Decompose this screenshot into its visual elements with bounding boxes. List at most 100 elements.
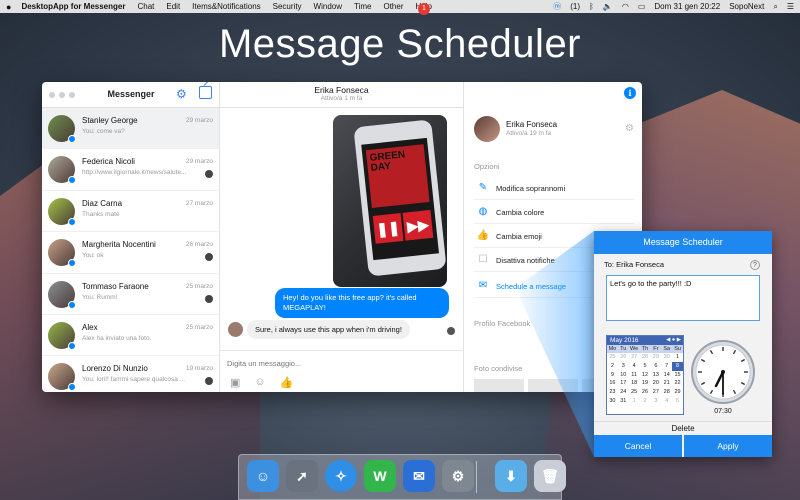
wifi-icon[interactable]: ◠ bbox=[622, 2, 629, 11]
safari-icon[interactable]: ✧ bbox=[325, 460, 357, 492]
calendar-day[interactable]: 2 bbox=[640, 397, 651, 406]
calendar-day[interactable]: 28 bbox=[640, 353, 651, 362]
seen-avatar bbox=[205, 294, 213, 303]
calendar-day[interactable]: 17 bbox=[618, 379, 629, 388]
calendar-day[interactable]: 5 bbox=[640, 362, 651, 371]
calendar-day[interactable]: 20 bbox=[650, 379, 661, 388]
option-label: Disattiva notifiche bbox=[496, 256, 555, 265]
conversation-item[interactable]: Alex 25 marzo Alex ha inviato una foto. bbox=[42, 315, 219, 357]
menu-item-time[interactable]: Time bbox=[354, 2, 371, 11]
calendar-day[interactable]: 16 bbox=[607, 379, 618, 388]
calendar-day[interactable]: 25 bbox=[629, 388, 640, 397]
calendar-day[interactable]: 27 bbox=[629, 353, 640, 362]
help-icon[interactable]: ? bbox=[750, 260, 760, 270]
calendar-day[interactable]: 11 bbox=[629, 371, 640, 380]
calendar-day[interactable]: 3 bbox=[618, 362, 629, 371]
calendar-day[interactable]: 31 bbox=[618, 397, 629, 406]
details-gear-icon[interactable]: ⚙ bbox=[625, 123, 634, 134]
calendar-day[interactable]: 22 bbox=[672, 379, 683, 388]
finder-icon[interactable]: ☺ bbox=[247, 460, 279, 492]
like-icon[interactable]: 👍 bbox=[280, 376, 294, 389]
calendar-day[interactable]: 25 bbox=[607, 353, 618, 362]
image-icon[interactable]: ▣ bbox=[230, 376, 240, 389]
calendar-day[interactable]: 5 bbox=[672, 397, 683, 406]
calendar-day[interactable]: 7 bbox=[661, 362, 672, 371]
calendar-day[interactable]: 21 bbox=[661, 379, 672, 388]
menu-item-window[interactable]: Window bbox=[314, 2, 342, 11]
system-preferences-icon[interactable]: ⚙ bbox=[442, 460, 474, 492]
launchpad-icon[interactable]: ➚ bbox=[286, 460, 318, 492]
option-edit-nicknames[interactable]: ✎ Modifica soprannomi bbox=[474, 178, 634, 200]
calendar-day[interactable]: 13 bbox=[650, 371, 661, 380]
calendar-day[interactable]: 27 bbox=[650, 388, 661, 397]
spotlight-icon[interactable]: ⌕ bbox=[773, 2, 777, 12]
whatsapp-icon[interactable]: W bbox=[364, 460, 396, 492]
conversation-item[interactable]: Tommaso Faraone 25 marzo You: Rumm! bbox=[42, 274, 219, 315]
menu-item-chat[interactable]: Chat bbox=[137, 2, 154, 11]
calendar-day[interactable]: 18 bbox=[629, 379, 640, 388]
gear-icon[interactable]: ⚙ bbox=[176, 87, 187, 101]
menu-clock[interactable]: Dom 31 gen 20:22 bbox=[654, 2, 720, 11]
calendar-day[interactable]: 6 bbox=[650, 362, 661, 371]
calendar-nav-icon[interactable]: ◀ ● ▶ bbox=[666, 336, 681, 345]
calendar-day[interactable]: 29 bbox=[650, 353, 661, 362]
info-icon[interactable]: i bbox=[624, 87, 636, 99]
option-change-color[interactable]: ◍ Cambia colore bbox=[474, 202, 634, 224]
bluetooth-icon[interactable]: ᛒ bbox=[589, 2, 594, 11]
delete-button[interactable]: Delete bbox=[594, 421, 772, 434]
calendar-day[interactable]: 26 bbox=[618, 353, 629, 362]
calendar-day[interactable]: 4 bbox=[661, 397, 672, 406]
incoming-message[interactable]: Sure, i always use this app when i'm dri… bbox=[247, 320, 410, 339]
scheduled-message-input[interactable]: Let's go to the party!!! :D bbox=[606, 275, 760, 321]
calendar-day[interactable]: 9 bbox=[607, 371, 618, 380]
notification-count[interactable]: (1) bbox=[570, 2, 580, 11]
calendar-day[interactable]: 8 bbox=[672, 361, 683, 371]
shared-photo[interactable]: GREEN DAY ❚❚ ▶▶ bbox=[333, 115, 447, 287]
calendar-day[interactable]: 2 bbox=[607, 362, 618, 371]
calendar-day[interactable]: 30 bbox=[661, 353, 672, 362]
calendar-day[interactable]: 30 bbox=[607, 397, 618, 406]
conversation-item[interactable]: Stanley George 29 marzo You: come va? bbox=[42, 108, 219, 150]
calendar-day[interactable]: 3 bbox=[650, 397, 661, 406]
menu-item-other[interactable]: Other bbox=[383, 2, 403, 11]
conversation-item[interactable]: Lorenzo Di Nunzio 19 marzo You: lori!! fam… bbox=[42, 356, 219, 392]
calendar-day[interactable]: 26 bbox=[640, 388, 651, 397]
outgoing-message[interactable]: Hey! do you like this free app? it's cal… bbox=[275, 288, 449, 318]
calendar-day[interactable]: 23 bbox=[607, 388, 618, 397]
facebook-profile-label[interactable]: Profilo Facebook bbox=[474, 319, 530, 328]
menu-app-name[interactable]: DesktopApp for Messenger bbox=[21, 2, 125, 11]
menu-item-items-notifications[interactable]: Items&Notifications bbox=[192, 2, 260, 11]
notification-center-icon[interactable]: ☰ bbox=[787, 2, 794, 11]
menu-item-security[interactable]: Security bbox=[273, 2, 302, 11]
calendar-day[interactable]: 15 bbox=[672, 371, 683, 380]
cancel-button[interactable]: Cancel bbox=[594, 435, 682, 457]
trash-icon[interactable]: 🗑 bbox=[534, 460, 566, 492]
conversation-item[interactable]: Margherita Nocentini 26 marzo You: ok bbox=[42, 232, 219, 274]
apple-icon[interactable]: ● bbox=[6, 2, 11, 12]
downloads-folder-icon[interactable]: ⬇ bbox=[495, 460, 527, 492]
messenger-app-icon[interactable]: ✉ bbox=[403, 460, 435, 492]
conversation-item[interactable]: Diaz Carna 27 marzo Thanks mate bbox=[42, 191, 219, 233]
conversation-item[interactable]: Federica Nicoli 29 marzo http://www.ilgior… bbox=[42, 149, 219, 191]
menu-item-edit[interactable]: Edit bbox=[166, 2, 180, 11]
message-input[interactable] bbox=[227, 359, 427, 368]
calendar-day[interactable]: 1 bbox=[672, 353, 683, 362]
calendar-day[interactable]: 28 bbox=[661, 388, 672, 397]
calendar-day[interactable]: 1 bbox=[629, 397, 640, 406]
calendar-day[interactable]: 29 bbox=[672, 388, 683, 397]
battery-icon[interactable]: ▭ bbox=[638, 2, 646, 11]
compose-icon[interactable] bbox=[199, 86, 212, 99]
messenger-badge-icon bbox=[68, 300, 76, 309]
calendar-day[interactable]: 10 bbox=[618, 371, 629, 380]
menu-user[interactable]: SopoNext bbox=[729, 2, 764, 11]
calendar-day[interactable]: 24 bbox=[618, 388, 629, 397]
calendar-day[interactable]: 14 bbox=[661, 371, 672, 380]
calendar-day[interactable]: 4 bbox=[629, 362, 640, 371]
calendar-day[interactable]: 19 bbox=[640, 379, 651, 388]
volume-icon[interactable]: 🔈 bbox=[603, 2, 613, 11]
calendar-day[interactable]: 12 bbox=[640, 371, 651, 380]
emoji-icon[interactable]: ☺ bbox=[254, 376, 265, 389]
messenger-status-icon[interactable]: ⓜ bbox=[553, 1, 561, 12]
apply-button[interactable]: Apply bbox=[684, 435, 772, 457]
analog-clock[interactable] bbox=[690, 339, 756, 405]
